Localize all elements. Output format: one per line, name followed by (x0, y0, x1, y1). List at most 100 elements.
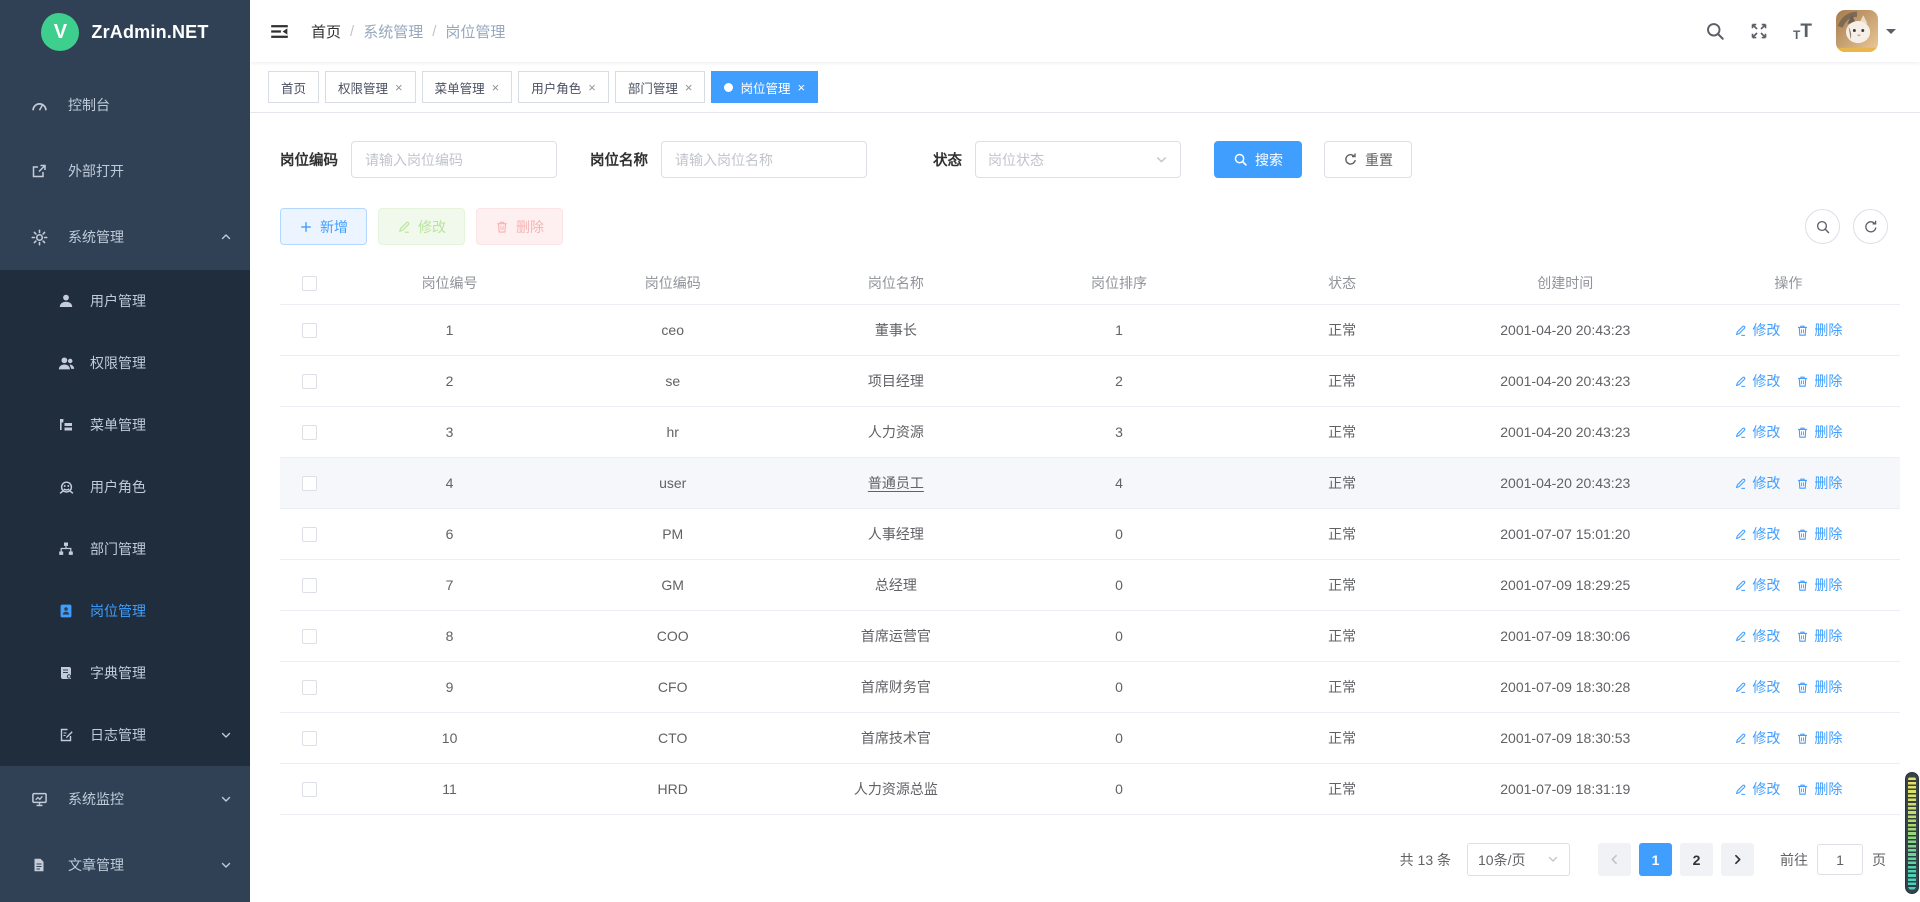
row-edit-link[interactable]: 修改 (1734, 422, 1780, 442)
sidebar-menu: 控制台 外部打开 系统管理 用户管理 (0, 72, 250, 898)
row-edit-link[interactable]: 修改 (1734, 473, 1780, 493)
user-icon (57, 292, 75, 310)
sidebar-item-user-mgmt[interactable]: 用户管理 (0, 270, 250, 332)
tab-home[interactable]: 首页 (268, 71, 319, 103)
status-select[interactable]: 岗位状态 (975, 141, 1181, 178)
close-icon[interactable]: × (588, 80, 596, 95)
sidebar-item-log-mgmt[interactable]: 日志管理 (0, 704, 250, 766)
row-delete-link[interactable]: 删除 (1796, 626, 1842, 646)
tab-menu[interactable]: 菜单管理× (422, 71, 513, 103)
close-icon[interactable]: × (492, 80, 500, 95)
select-all-checkbox[interactable] (302, 276, 317, 291)
row-delete-link[interactable]: 删除 (1796, 371, 1842, 391)
row-edit-link[interactable]: 修改 (1734, 626, 1780, 646)
avatar[interactable] (1836, 10, 1878, 52)
cell-post-code: se (561, 373, 784, 389)
chevron-down-icon (220, 793, 232, 805)
sidebar-item-article-mgmt[interactable]: 文章管理 (0, 832, 250, 898)
goto-page-input[interactable] (1817, 844, 1863, 875)
row-edit-link[interactable]: 修改 (1734, 371, 1780, 391)
search-button[interactable]: 搜索 (1214, 141, 1302, 178)
row-delete-link[interactable]: 删除 (1796, 422, 1842, 442)
tab-permission[interactable]: 权限管理× (325, 71, 416, 103)
delete-icon (1796, 630, 1809, 643)
refresh-table-button[interactable] (1853, 209, 1888, 244)
collapse-sidebar-icon[interactable] (270, 22, 289, 41)
row-checkbox[interactable] (302, 374, 317, 389)
page-button-2[interactable]: 2 (1680, 843, 1713, 876)
row-checkbox[interactable] (302, 476, 317, 491)
close-icon[interactable]: × (395, 80, 403, 95)
toggle-search-button[interactable] (1805, 209, 1840, 244)
sidebar-item-dict-mgmt[interactable]: 字典管理 (0, 642, 250, 704)
search-icon[interactable] (1705, 21, 1725, 41)
tabs-bar: 首页 权限管理× 菜单管理× 用户角色× 部门管理× 岗位管理× (250, 62, 1920, 113)
post-code-input[interactable] (351, 141, 557, 178)
row-edit-link[interactable]: 修改 (1734, 575, 1780, 595)
row-delete-link[interactable]: 删除 (1796, 320, 1842, 340)
delete-icon (1796, 375, 1809, 388)
row-checkbox[interactable] (302, 680, 317, 695)
breadcrumb-home[interactable]: 首页 (311, 21, 341, 42)
row-edit-link[interactable]: 修改 (1734, 677, 1780, 697)
row-edit-link[interactable]: 修改 (1734, 779, 1780, 799)
row-delete-link[interactable]: 删除 (1796, 524, 1842, 544)
tab-user-role[interactable]: 用户角色× (518, 71, 609, 103)
post-name-input[interactable] (661, 141, 867, 178)
table-row: 9 CFO 首席财务官 0 正常 2001-07-09 18:30:28 修改 … (280, 662, 1900, 713)
sidebar-item-dashboard[interactable]: 控制台 (0, 72, 250, 138)
scroll-indicator-widget[interactable] (1905, 772, 1919, 894)
reset-button[interactable]: 重置 (1324, 141, 1412, 178)
page-size-select[interactable]: 10条/页 (1467, 843, 1570, 876)
row-delete-link[interactable]: 删除 (1796, 575, 1842, 595)
add-button[interactable]: 新增 (280, 208, 367, 245)
delete-icon (1796, 579, 1809, 592)
row-checkbox[interactable] (302, 527, 317, 542)
user-menu[interactable] (1836, 10, 1896, 52)
cell-post-name: 首席技术官 (784, 728, 1007, 748)
sidebar-item-system-monitor[interactable]: 系统监控 (0, 766, 250, 832)
sidebar-item-permission-mgmt[interactable]: 权限管理 (0, 332, 250, 394)
delete-button[interactable]: 删除 (476, 208, 563, 245)
cell-post-name: 人力资源总监 (784, 779, 1007, 799)
cell-post-id: 10 (338, 730, 561, 746)
row-checkbox[interactable] (302, 425, 317, 440)
cell-actions: 修改 删除 (1677, 473, 1900, 493)
fullscreen-icon[interactable] (1749, 21, 1769, 41)
tab-dept[interactable]: 部门管理× (615, 71, 706, 103)
row-checkbox[interactable] (302, 731, 317, 746)
sidebar-item-external-open[interactable]: 外部打开 (0, 138, 250, 204)
cell-created: 2001-04-20 20:43:23 (1454, 373, 1677, 389)
close-icon[interactable]: × (797, 80, 805, 95)
font-size-icon[interactable]: TT (1793, 22, 1812, 41)
next-page-button[interactable] (1721, 843, 1754, 876)
prev-page-button[interactable] (1598, 843, 1631, 876)
row-delete-link[interactable]: 删除 (1796, 728, 1842, 748)
cell-post-sort: 3 (1007, 424, 1230, 440)
sidebar-item-dept-mgmt[interactable]: 部门管理 (0, 518, 250, 580)
row-delete-link[interactable]: 删除 (1796, 677, 1842, 697)
sidebar-item-user-role[interactable]: 用户角色 (0, 456, 250, 518)
row-delete-link[interactable]: 删除 (1796, 473, 1842, 493)
row-delete-link[interactable]: 删除 (1796, 779, 1842, 799)
sidebar-item-post-mgmt[interactable]: 岗位管理 (0, 580, 250, 642)
edit-button[interactable]: 修改 (378, 208, 465, 245)
sidebar-item-menu-mgmt[interactable]: 菜单管理 (0, 394, 250, 456)
table-row: 11 HRD 人力资源总监 0 正常 2001-07-09 18:31:19 修… (280, 764, 1900, 815)
cell-post-sort: 0 (1007, 526, 1230, 542)
row-edit-link[interactable]: 修改 (1734, 320, 1780, 340)
tab-post-active[interactable]: 岗位管理× (711, 71, 818, 103)
app-logo[interactable]: V ZrAdmin.NET (0, 0, 250, 64)
row-checkbox[interactable] (302, 782, 317, 797)
cell-status: 正常 (1231, 677, 1454, 697)
chevron-down-icon (1547, 852, 1559, 868)
row-edit-link[interactable]: 修改 (1734, 728, 1780, 748)
sidebar-item-system-mgmt[interactable]: 系统管理 (0, 204, 250, 270)
row-checkbox[interactable] (302, 323, 317, 338)
row-checkbox[interactable] (302, 629, 317, 644)
row-edit-link[interactable]: 修改 (1734, 524, 1780, 544)
close-icon[interactable]: × (685, 80, 693, 95)
page-button-1[interactable]: 1 (1639, 843, 1672, 876)
sidebar-item-label: 菜单管理 (90, 415, 146, 435)
row-checkbox[interactable] (302, 578, 317, 593)
